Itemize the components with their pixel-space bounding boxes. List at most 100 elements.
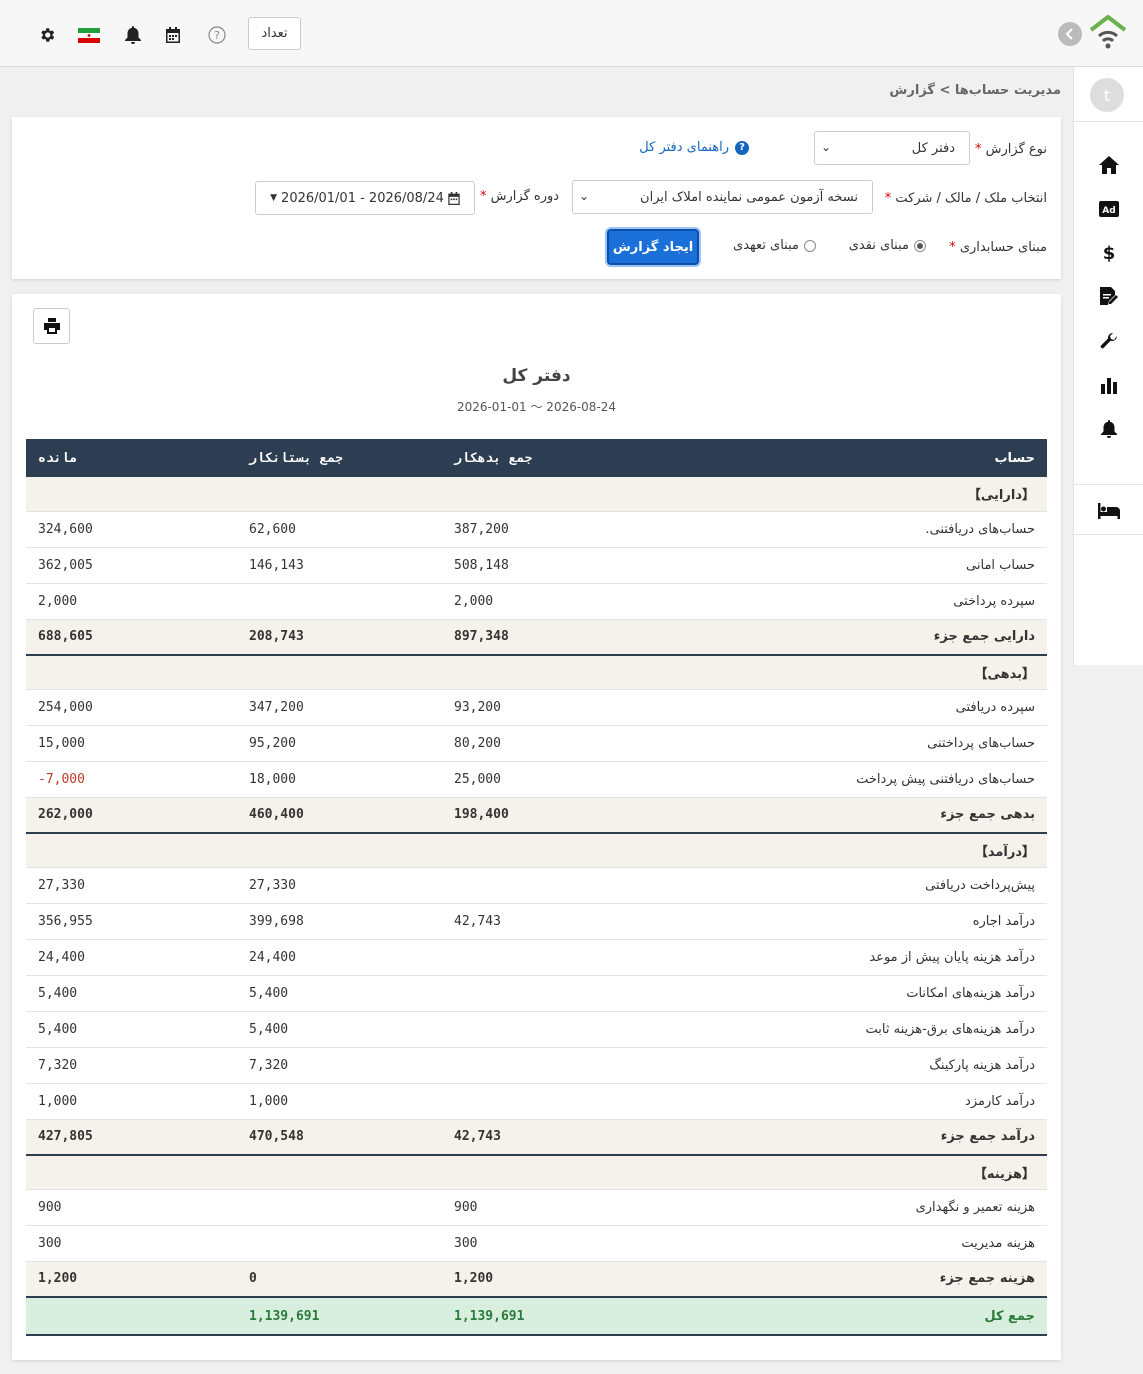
- account-name-cell: حساب امانی: [647, 547, 1047, 584]
- ledger-table: حساب جمع بدهکار جمع بستانکار مانده 【دارا…: [26, 439, 1047, 1336]
- balance-cell: 24,400: [26, 939, 237, 976]
- balance-cell: 7,000-: [26, 761, 237, 798]
- period-date-range-picker[interactable]: ▼ 2026/01/01 - 2026/08/24: [255, 181, 475, 215]
- subtotal-balance: 262,000: [26, 797, 237, 834]
- dollar-icon[interactable]: $: [1098, 242, 1120, 264]
- report-type-select[interactable]: دفتر کل ⌄: [814, 131, 970, 165]
- basis-cash-radio[interactable]: مبنای نقدی: [849, 238, 926, 253]
- ledger-body: 【دارایی】 حساب‌های دریافتنی. 387,200 62,600 3…: [26, 477, 1047, 1336]
- table-header-row: حساب جمع بدهکار جمع بستانکار مانده: [26, 439, 1047, 477]
- gear-icon[interactable]: [36, 24, 58, 46]
- column-header-credit: جمع بستانکار: [237, 439, 442, 477]
- credit-cell: 5,400: [237, 1011, 442, 1048]
- ledger-help-link[interactable]: ? راهنمای دفتر کل: [639, 140, 749, 155]
- ad-icon[interactable]: Ad: [1098, 198, 1120, 220]
- basis-label: مبنای حسابداری *: [949, 240, 1047, 255]
- home-icon[interactable]: [1098, 154, 1120, 176]
- table-row: حساب‌های دریافتنی پیش پرداخت 25,000 18,000…: [26, 761, 1047, 798]
- debit-cell: 300: [442, 1225, 647, 1262]
- count-button[interactable]: تعداد: [248, 17, 301, 50]
- table-row: درآمد هزینه‌های برق-هزینه ثابت 5,400 5,400: [26, 1011, 1047, 1048]
- debit-cell: [442, 867, 647, 904]
- credit-cell: 399,698: [237, 903, 442, 940]
- print-button[interactable]: [33, 308, 70, 344]
- table-row: سپرده دریافتی 93,200 347,200 254,000: [26, 689, 1047, 726]
- balance-cell: 5,400: [26, 975, 237, 1012]
- wrench-icon[interactable]: [1098, 330, 1120, 352]
- house-wifi-logo-icon: [1089, 15, 1127, 49]
- report-filter-form: نوع گزارش * دفتر کل ⌄ ? راهنمای دفتر کل …: [12, 117, 1061, 279]
- grand-total-row: جمع کل 1,139,691 1,139,691: [26, 1296, 1047, 1336]
- bell-icon[interactable]: [1098, 418, 1120, 440]
- help-icon[interactable]: ?: [206, 24, 228, 46]
- section-header-row: 【هزینه】: [26, 1155, 1047, 1190]
- iran-flag-icon[interactable]: [78, 24, 100, 46]
- account-name-cell: پیش‌پرداخت دریافتی: [647, 867, 1047, 904]
- column-header-balance: مانده: [26, 439, 237, 477]
- avatar[interactable]: t: [1090, 78, 1124, 112]
- collapse-sidebar-button[interactable]: [1058, 22, 1082, 46]
- grand-total-credit: 1,139,691: [237, 1296, 442, 1336]
- credit-cell: 5,400: [237, 975, 442, 1012]
- balance-cell: 7,320: [26, 1047, 237, 1084]
- account-name-cell: درآمد کارمزد: [647, 1083, 1047, 1120]
- table-row: درآمد هزینه‌های امکانات 5,400 5,400: [26, 975, 1047, 1012]
- subtotal-credit: 470,548: [237, 1119, 442, 1156]
- subtotal-label: درآمد جمع جزء: [647, 1119, 1047, 1156]
- credit-cell: 18,000: [237, 761, 442, 798]
- subtotal-row: درآمد جمع جزء 42,743 470,548 427,805: [26, 1119, 1047, 1156]
- credit-cell: [237, 1225, 442, 1262]
- subtotal-row: بدهی جمع جزء 198,400 460,400 262,000: [26, 797, 1047, 834]
- calendar-icon: [448, 191, 460, 205]
- debit-cell: 900: [442, 1189, 647, 1226]
- grand-total-label: جمع کل: [647, 1296, 1047, 1336]
- period-value: 2026/01/01 - 2026/08/24: [281, 190, 444, 206]
- section-header-row: 【بدهی】: [26, 655, 1047, 690]
- report-date-range: 2026-01-01 〜 2026-08-24: [456, 400, 617, 414]
- table-row: حساب‌های دریافتنی. 387,200 62,600 324,600: [26, 511, 1047, 548]
- bell-icon[interactable]: [122, 24, 144, 46]
- credit-cell: 347,200: [237, 689, 442, 726]
- credit-cell: 27,330: [237, 867, 442, 904]
- debit-cell: 80,200: [442, 725, 647, 762]
- balance-cell: 900: [26, 1189, 237, 1226]
- debit-cell: 387,200: [442, 511, 647, 548]
- svg-text:Ad: Ad: [1102, 206, 1115, 216]
- generate-report-button[interactable]: ایجاد گزارش: [607, 229, 699, 265]
- balance-cell: 5,400: [26, 1011, 237, 1048]
- account-name-cell: هزینه تعمیر و نگهداری: [647, 1189, 1047, 1226]
- table-row: هزینه مدیریت 300 300: [26, 1225, 1047, 1262]
- table-row: درآمد کارمزد 1,000 1,000: [26, 1083, 1047, 1120]
- report-type-label-text: نوع گزارش: [985, 142, 1047, 157]
- account-name-cell: هزینه مدیریت: [647, 1225, 1047, 1262]
- subtotal-debit: 1,200: [442, 1261, 647, 1298]
- app-logo[interactable]: [1087, 12, 1129, 54]
- svg-text:$: $: [1103, 243, 1116, 263]
- credit-cell: 24,400: [237, 939, 442, 976]
- column-header-account: حساب: [647, 439, 1047, 477]
- property-select[interactable]: نسخه آزمون عمومی نماینده املاک ایران ⌄: [572, 180, 873, 214]
- edit-document-icon[interactable]: [1098, 286, 1120, 308]
- credit-cell: 62,600: [237, 511, 442, 548]
- question-circle-icon: ?: [735, 140, 749, 155]
- subtotal-label: بدهی جمع جزء: [647, 797, 1047, 834]
- balance-cell: 1,000: [26, 1083, 237, 1120]
- printer-icon: [43, 318, 60, 334]
- debit-cell: 93,200: [442, 689, 647, 726]
- top-bar: ? تعداد: [0, 0, 1143, 67]
- breadcrumb: مدیریت حساب‌ها > گزارش: [889, 83, 1061, 98]
- debit-cell: 2,000: [442, 583, 647, 620]
- bed-icon[interactable]: [1098, 500, 1120, 522]
- chart-icon[interactable]: [1098, 374, 1120, 396]
- debit-cell: [442, 975, 647, 1012]
- calendar-icon[interactable]: [162, 24, 184, 46]
- table-row: حساب‌های پرداختنی 80,200 95,200 15,000: [26, 725, 1047, 762]
- debit-cell: [442, 1011, 647, 1048]
- chevron-down-icon: ⌄: [579, 189, 590, 203]
- basis-accrual-label: مبنای تعهدی: [733, 238, 799, 253]
- basis-accrual-radio[interactable]: مبنای تعهدی: [733, 238, 816, 253]
- right-sidebar: t Ad $: [1073, 67, 1143, 665]
- report-card: دفتر کل 2026-01-01 〜 2026-08-24 حساب جمع…: [12, 294, 1061, 1360]
- radio-unchecked-icon: [804, 239, 816, 252]
- account-name-cell: درآمد هزینه‌های برق-هزینه ثابت: [647, 1011, 1047, 1048]
